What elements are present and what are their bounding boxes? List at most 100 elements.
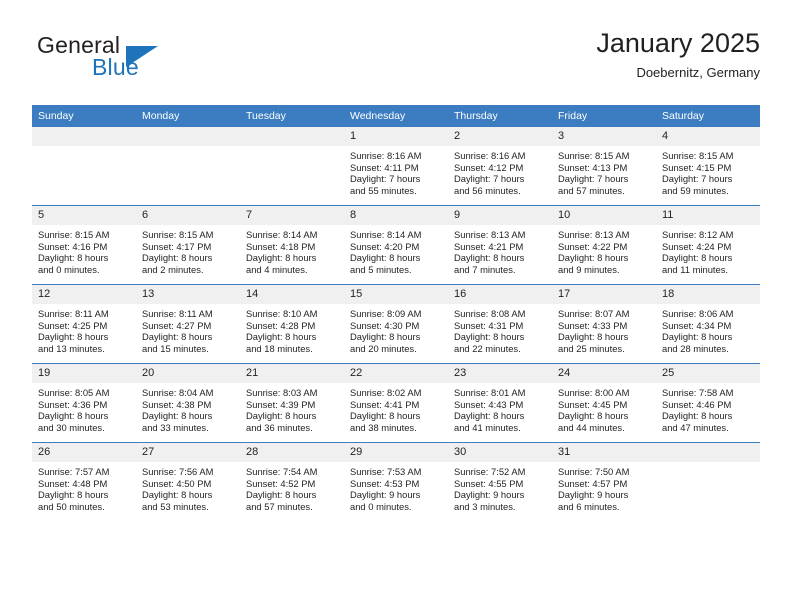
calendar-day-cell[interactable]: 21 Sunrise: 8:03 AM Sunset: 4:39 PM Dayligh…	[240, 363, 344, 443]
calendar-day-cell[interactable]: 3 Sunrise: 8:15 AM Sunset: 4:13 PM Daylight…	[552, 127, 656, 206]
calendar-day-cell[interactable]: 16 Sunrise: 8:08 AM Sunset: 4:31 PM Dayligh…	[448, 284, 552, 364]
calendar-day-cell[interactable]: 9 Sunrise: 8:13 AM Sunset: 4:21 PM Daylight…	[448, 205, 552, 285]
sunset-time: Sunset: 4:34 PM	[662, 319, 732, 331]
calendar-day-cell[interactable]: 29 Sunrise: 7:53 AM Sunset: 4:53 PM Dayligh…	[344, 442, 448, 521]
calendar-day-cell[interactable]: 4 Sunrise: 8:15 AM Sunset: 4:15 PM Daylight…	[656, 127, 760, 206]
daylight-duration-line1: Daylight: 8 hours	[350, 410, 421, 422]
sunset-time: Sunset: 4:20 PM	[350, 240, 420, 252]
sunrise-time: Sunrise: 7:58 AM	[662, 387, 734, 398]
calendar-day-cell[interactable]: 17 Sunrise: 8:07 AM Sunset: 4:33 PM Dayligh…	[552, 284, 656, 364]
sunset-time: Sunset: 4:24 PM	[662, 240, 732, 252]
title-block: January 2025 Doebernitz, Germany	[596, 26, 760, 83]
daylight-duration-line1: Daylight: 7 hours	[662, 173, 733, 185]
page-header: General Blue January 2025 Doebernitz, Ge…	[32, 26, 760, 102]
calendar-day-cell[interactable]: 10 Sunrise: 8:13 AM Sunset: 4:22 PM Dayligh…	[552, 205, 656, 285]
calendar-day-cell[interactable]: 7 Sunrise: 8:14 AM Sunset: 4:18 PM Daylight…	[240, 205, 344, 285]
daylight-duration-line2: and 3 minutes.	[454, 500, 516, 512]
day-number: 21	[240, 364, 344, 383]
calendar-day-cell[interactable]: 14 Sunrise: 8:10 AM Sunset: 4:28 PM Dayligh…	[240, 284, 344, 364]
sunset-time: Sunset: 4:38 PM	[142, 398, 212, 410]
daylight-duration-line2: and 20 minutes.	[350, 342, 417, 354]
calendar-day-cell[interactable]: 1 Sunrise: 8:16 AM Sunset: 4:11 PM Daylight…	[344, 127, 448, 206]
daylight-duration-line1: Daylight: 8 hours	[246, 410, 317, 422]
sunset-time: Sunset: 4:12 PM	[454, 161, 524, 173]
sunrise-time: Sunrise: 8:05 AM	[38, 387, 110, 398]
calendar-day-cell[interactable]: 30 Sunrise: 7:52 AM Sunset: 4:55 PM Dayligh…	[448, 442, 552, 521]
day-number: 23	[448, 364, 552, 383]
sunset-time: Sunset: 4:22 PM	[558, 240, 628, 252]
sunset-time: Sunset: 4:55 PM	[454, 477, 524, 489]
sunset-time: Sunset: 4:15 PM	[662, 161, 732, 173]
sunrise-time: Sunrise: 8:11 AM	[38, 308, 109, 319]
calendar-day-cell[interactable]: 19 Sunrise: 8:05 AM Sunset: 4:36 PM Dayligh…	[32, 363, 136, 443]
daylight-duration-line1: Daylight: 9 hours	[454, 489, 525, 501]
calendar-day-cell[interactable]: 11 Sunrise: 8:12 AM Sunset: 4:24 PM Dayligh…	[656, 205, 760, 285]
day-number: 19	[32, 364, 136, 383]
daylight-duration-line1: Daylight: 9 hours	[350, 489, 421, 501]
daylight-duration-line1: Daylight: 9 hours	[558, 489, 629, 501]
page-subtitle: Doebernitz, Germany	[636, 65, 760, 80]
weekday-header-sunday: Sunday	[32, 105, 136, 127]
sunset-time: Sunset: 4:39 PM	[246, 398, 316, 410]
daylight-duration-line1: Daylight: 8 hours	[142, 252, 213, 264]
daylight-duration-line2: and 6 minutes.	[558, 500, 620, 512]
day-number: 10	[552, 206, 656, 225]
calendar-day-cell[interactable]: 20 Sunrise: 8:04 AM Sunset: 4:38 PM Dayligh…	[136, 363, 240, 443]
calendar-day-cell[interactable]: 28 Sunrise: 7:54 AM Sunset: 4:52 PM Dayligh…	[240, 442, 344, 521]
calendar-body: 1 Sunrise: 8:16 AM Sunset: 4:11 PM Daylight…	[32, 127, 760, 521]
day-details: Sunrise: 7:54 AM Sunset: 4:52 PM Daylight:…	[240, 462, 344, 512]
calendar-week-row: 1 Sunrise: 8:16 AM Sunset: 4:11 PM Daylight…	[32, 127, 760, 206]
day-details: Sunrise: 8:16 AM Sunset: 4:11 PM Daylight:…	[344, 146, 448, 196]
day-number: 27	[136, 443, 240, 462]
daylight-duration-line2: and 41 minutes.	[454, 421, 521, 433]
calendar-day-cell[interactable]: 8 Sunrise: 8:14 AM Sunset: 4:20 PM Daylight…	[344, 205, 448, 285]
calendar-day-cell[interactable]: 22 Sunrise: 8:02 AM Sunset: 4:41 PM Dayligh…	[344, 363, 448, 443]
sunrise-time: Sunrise: 7:50 AM	[558, 466, 630, 477]
daylight-duration-line2: and 33 minutes.	[142, 421, 209, 433]
sunrise-time: Sunrise: 8:07 AM	[558, 308, 630, 319]
calendar-day-cell[interactable]: 6 Sunrise: 8:15 AM Sunset: 4:17 PM Daylight…	[136, 205, 240, 285]
daylight-duration-line2: and 0 minutes.	[350, 500, 412, 512]
day-details: Sunrise: 8:14 AM Sunset: 4:20 PM Daylight:…	[344, 225, 448, 275]
day-details: Sunrise: 8:02 AM Sunset: 4:41 PM Daylight:…	[344, 383, 448, 433]
daylight-duration-line2: and 11 minutes.	[662, 263, 729, 275]
day-number: 20	[136, 364, 240, 383]
daylight-duration-line2: and 28 minutes.	[662, 342, 729, 354]
calendar-day-cell[interactable]: 15 Sunrise: 8:09 AM Sunset: 4:30 PM Dayligh…	[344, 284, 448, 364]
calendar-day-cell[interactable]: 26 Sunrise: 7:57 AM Sunset: 4:48 PM Dayligh…	[32, 442, 136, 521]
calendar-day-cell[interactable]: 25 Sunrise: 7:58 AM Sunset: 4:46 PM Dayligh…	[656, 363, 760, 443]
daylight-duration-line1: Daylight: 8 hours	[38, 252, 109, 264]
sunrise-time: Sunrise: 8:08 AM	[454, 308, 526, 319]
sunset-time: Sunset: 4:18 PM	[246, 240, 316, 252]
calendar-day-cell[interactable]: 24 Sunrise: 8:00 AM Sunset: 4:45 PM Dayligh…	[552, 363, 656, 443]
day-details: Sunrise: 8:00 AM Sunset: 4:45 PM Daylight:…	[552, 383, 656, 433]
calendar-day-cell[interactable]: 27 Sunrise: 7:56 AM Sunset: 4:50 PM Dayligh…	[136, 442, 240, 521]
sunset-time: Sunset: 4:25 PM	[38, 319, 108, 331]
daylight-duration-line2: and 0 minutes.	[38, 263, 100, 275]
calendar-day-cell[interactable]: 2 Sunrise: 8:16 AM Sunset: 4:12 PM Daylight…	[448, 127, 552, 206]
daylight-duration-line1: Daylight: 8 hours	[246, 489, 317, 501]
day-number: 12	[32, 285, 136, 304]
calendar-day-cell[interactable]: 23 Sunrise: 8:01 AM Sunset: 4:43 PM Dayligh…	[448, 363, 552, 443]
calendar-day-cell[interactable]: 13 Sunrise: 8:11 AM Sunset: 4:27 PM Dayligh…	[136, 284, 240, 364]
daylight-duration-line2: and 7 minutes.	[454, 263, 516, 275]
calendar-day-cell[interactable]: 12 Sunrise: 8:11 AM Sunset: 4:25 PM Dayligh…	[32, 284, 136, 364]
weekday-header-monday: Monday	[136, 105, 240, 127]
daylight-duration-line2: and 57 minutes.	[246, 500, 313, 512]
day-details: Sunrise: 7:53 AM Sunset: 4:53 PM Daylight:…	[344, 462, 448, 512]
day-number	[136, 127, 240, 146]
calendar-day-cell[interactable]: 18 Sunrise: 8:06 AM Sunset: 4:34 PM Dayligh…	[656, 284, 760, 364]
day-details: Sunrise: 8:15 AM Sunset: 4:13 PM Daylight:…	[552, 146, 656, 196]
calendar-week-row: 12 Sunrise: 8:11 AM Sunset: 4:25 PM Dayligh…	[32, 284, 760, 364]
calendar-day-cell[interactable]: 5 Sunrise: 8:15 AM Sunset: 4:16 PM Daylight…	[32, 205, 136, 285]
day-details: Sunrise: 7:52 AM Sunset: 4:55 PM Daylight:…	[448, 462, 552, 512]
general-blue-logo: General Blue	[32, 32, 262, 92]
sunrise-time: Sunrise: 8:12 AM	[662, 229, 734, 240]
calendar-day-cell[interactable]: 31 Sunrise: 7:50 AM Sunset: 4:57 PM Dayligh…	[552, 442, 656, 521]
day-number: 9	[448, 206, 552, 225]
day-details: Sunrise: 8:16 AM Sunset: 4:12 PM Daylight:…	[448, 146, 552, 196]
daylight-duration-line1: Daylight: 8 hours	[662, 252, 733, 264]
daylight-duration-line2: and 36 minutes.	[246, 421, 313, 433]
day-details: Sunrise: 8:14 AM Sunset: 4:18 PM Daylight:…	[240, 225, 344, 275]
sunrise-time: Sunrise: 8:01 AM	[454, 387, 526, 398]
